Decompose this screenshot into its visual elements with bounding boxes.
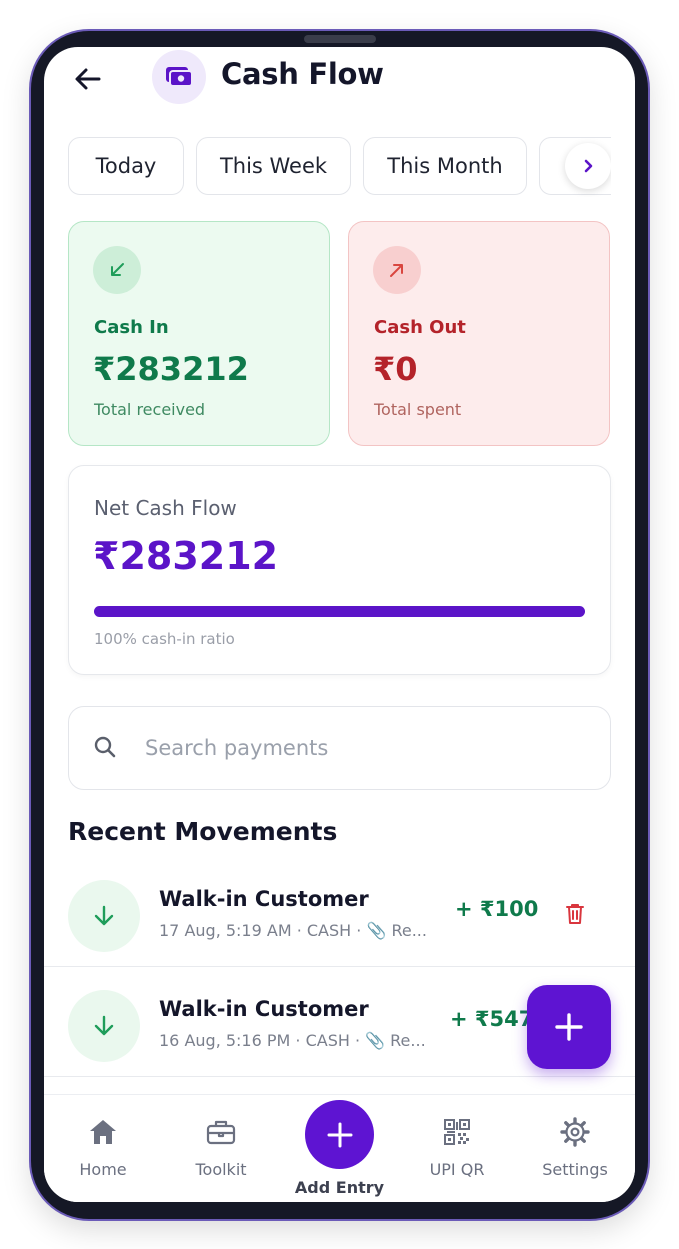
row-amount: + ₹100 — [455, 897, 539, 921]
period-tabs: Today This Week This Month — [68, 137, 611, 197]
cash-in-ratio-bar — [94, 606, 585, 617]
nav-toolkit[interactable]: Toolkit — [171, 1095, 271, 1202]
bottom-navigation: Home Toolkit Add Entry UPI QR Settings — [44, 1094, 635, 1202]
qr-code-icon — [442, 1117, 472, 1147]
recent-movements-title: Recent Movements — [68, 817, 338, 846]
app-screen: Cash Flow Today This Week This Month Cas… — [44, 47, 635, 1202]
cash-in-card[interactable]: Cash In ₹283212 Total received — [68, 221, 330, 446]
tab-today[interactable]: Today — [68, 137, 184, 195]
cash-in-ratio-text: 100% cash-in ratio — [94, 630, 235, 648]
cash-in-icon-badge — [93, 246, 141, 294]
page-title: Cash Flow — [221, 57, 384, 91]
cash-out-card[interactable]: Cash Out ₹0 Total spent — [348, 221, 610, 446]
home-icon — [88, 1117, 118, 1147]
plus-icon — [327, 1122, 352, 1147]
gear-icon — [560, 1117, 590, 1147]
chevron-right-icon — [584, 159, 593, 173]
nav-settings[interactable]: Settings — [525, 1095, 625, 1202]
phone-notch — [304, 35, 376, 43]
arrow-left-icon — [75, 68, 101, 90]
arrow-down-icon — [94, 1015, 114, 1036]
add-entry-fab[interactable] — [527, 985, 611, 1069]
cash-in-subtitle: Total received — [94, 400, 206, 419]
row-party-name: Walk-in Customer — [159, 997, 369, 1021]
cash-out-subtitle: Total spent — [374, 400, 462, 419]
arrow-up-right-icon — [390, 264, 403, 277]
row-party-name: Walk-in Customer — [159, 887, 369, 911]
nav-home-label: Home — [79, 1160, 127, 1179]
cash-in-amount: ₹283212 — [93, 350, 249, 388]
wallet-cash-icon — [166, 67, 193, 87]
arrow-down-icon — [94, 905, 114, 926]
delete-button[interactable] — [560, 899, 590, 929]
nav-add-entry-button[interactable] — [305, 1100, 374, 1169]
cash-in-label: Cash In — [94, 317, 169, 338]
row-meta: 16 Aug, 5:16 PM · CASH · 📎 Re... — [159, 1031, 426, 1050]
cash-in-row-icon — [68, 990, 140, 1062]
nav-upi-qr-label: UPI QR — [429, 1160, 485, 1179]
nav-add-entry-label[interactable]: Add Entry — [284, 1178, 395, 1197]
net-cash-flow-card: Net Cash Flow ₹283212 100% cash-in ratio — [68, 465, 611, 675]
tab-this-month[interactable]: This Month — [363, 137, 527, 195]
tab-this-week[interactable]: This Week — [196, 137, 351, 195]
trash-icon — [566, 904, 584, 924]
nav-settings-label: Settings — [542, 1160, 608, 1179]
tabs-next-button[interactable] — [565, 143, 611, 189]
cash-in-ratio-fill — [94, 606, 585, 617]
search-input[interactable] — [145, 727, 575, 769]
app-logo — [152, 50, 206, 104]
cash-out-amount: ₹0 — [373, 350, 418, 388]
cash-out-icon-badge — [373, 246, 421, 294]
net-cash-flow-label: Net Cash Flow — [94, 496, 237, 520]
search-icon — [94, 736, 116, 758]
nav-toolkit-label: Toolkit — [195, 1160, 247, 1179]
nav-upi-qr[interactable]: UPI QR — [407, 1095, 507, 1202]
cash-in-row-icon — [68, 880, 140, 952]
net-cash-flow-amount: ₹283212 — [93, 534, 279, 578]
row-amount: + ₹547 — [450, 1007, 534, 1031]
arrow-down-left-icon — [111, 263, 124, 276]
search-box — [68, 706, 611, 790]
back-button[interactable] — [70, 61, 106, 97]
briefcase-icon — [206, 1117, 236, 1147]
plus-icon — [555, 1013, 583, 1041]
row-meta: 17 Aug, 5:19 AM · CASH · 📎 Re... — [159, 921, 427, 940]
list-item[interactable]: Walk-in Customer 17 Aug, 5:19 AM · CASH … — [44, 859, 635, 967]
nav-home[interactable]: Home — [53, 1095, 153, 1202]
cash-out-label: Cash Out — [374, 317, 466, 338]
